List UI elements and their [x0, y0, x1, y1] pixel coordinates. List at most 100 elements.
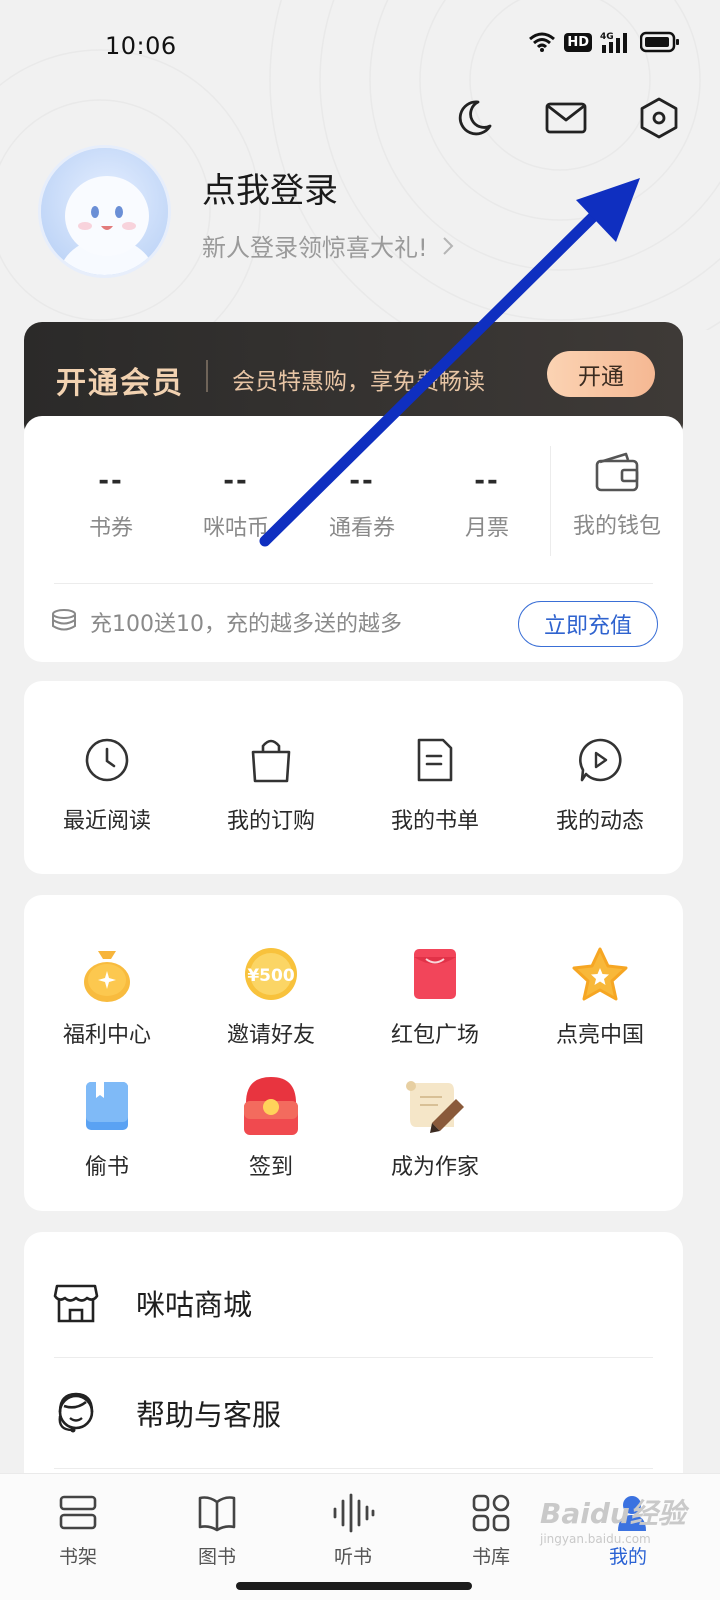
settings-icon — [640, 97, 678, 139]
vip-description: 会员特惠购，享免费畅读 — [232, 369, 485, 395]
star-icon — [572, 947, 628, 1001]
wifi-icon — [529, 32, 556, 52]
menu-separator — [54, 1468, 653, 1469]
status-time: 10:06 — [105, 32, 177, 60]
stat-value: -- — [349, 466, 375, 496]
status-bar: 10:06 HD 4G — [0, 0, 720, 90]
recharge-promo: 充100送10，充的越多送的越多 — [50, 606, 402, 638]
sign-in-button[interactable]: 签到 — [196, 1077, 346, 1181]
tab-bookshelf[interactable]: 书架 — [28, 1490, 128, 1569]
vip-open-button[interactable]: 开通 — [547, 351, 655, 397]
login-subtitle-link[interactable]: 新人登录领惊喜大礼! — [202, 228, 454, 263]
coins-stack-icon — [52, 609, 76, 631]
default-avatar-icon — [41, 148, 168, 275]
stat-label: 月票 — [464, 516, 509, 541]
library-grid-icon — [472, 1494, 510, 1532]
my-activity-button[interactable]: 我的动态 — [525, 731, 675, 835]
menu-item-migu-mall[interactable]: 咪咕商城 — [24, 1248, 683, 1358]
steal-book-label: 偷书 — [84, 1155, 129, 1180]
my-booklist-button[interactable]: 我的书单 — [360, 731, 510, 835]
my-orders-button[interactable]: 我的订购 — [196, 731, 346, 835]
bag-icon — [251, 739, 291, 783]
audio-wave-icon — [333, 1493, 375, 1533]
login-subtitle: 新人登录领惊喜大礼! — [202, 234, 428, 262]
menu-item-label: 帮助与客服 — [136, 1398, 282, 1432]
become-author-label: 成为作家 — [390, 1155, 479, 1180]
menu-card: 咪咕商城 帮助与客服 — [24, 1232, 683, 1492]
recharge-button[interactable]: 立即充值 — [518, 601, 658, 647]
vip-title: 开通会员 — [56, 366, 184, 401]
light-up-china-button[interactable]: 点亮中国 — [525, 945, 675, 1049]
my-orders-label: 我的订购 — [226, 809, 315, 834]
tab-label: 听书 — [333, 1546, 372, 1568]
tab-label: 书架 — [58, 1546, 97, 1568]
welfare-center-label: 福利中心 — [62, 1023, 151, 1048]
svg-text:4G: 4G — [600, 32, 614, 42]
watermark-url: jingyan.baidu.com — [540, 1532, 651, 1546]
stat-label: 咪咕币 — [202, 516, 269, 541]
coin-500-text: ¥500 — [247, 966, 294, 986]
tab-audiobooks[interactable]: 听书 — [303, 1490, 403, 1569]
tab-label: 我的 — [608, 1546, 647, 1568]
message-icon — [545, 102, 587, 134]
invite-friends-label: 邀请好友 — [226, 1023, 315, 1048]
stat-value: -- — [474, 466, 500, 496]
red-packet-square-button[interactable]: 红包广场 — [360, 945, 510, 1049]
login-title[interactable]: 点我登录 — [202, 163, 338, 212]
stat-label: 书券 — [88, 516, 133, 541]
coin-500-icon: ¥500 — [245, 948, 297, 1000]
activity-icon — [579, 738, 622, 782]
steal-book-button[interactable]: 偷书 — [32, 1077, 182, 1181]
stat-read-ticket[interactable]: -- 通看券 — [302, 466, 422, 542]
wallet-icon — [595, 452, 639, 492]
recent-reading-label: 最近阅读 — [62, 809, 151, 834]
stat-value: -- — [98, 466, 124, 496]
status-icons: HD 4G — [528, 30, 680, 54]
wallet-separator — [54, 583, 653, 584]
quick-links-card: 最近阅读 我的订购 我的书单 我的动态 — [24, 681, 683, 874]
light-up-china-label: 点亮中国 — [555, 1023, 644, 1048]
tab-books[interactable]: 图书 — [167, 1490, 267, 1569]
tab-label: 书库 — [471, 1546, 510, 1568]
avatar[interactable] — [38, 145, 171, 278]
settings-button[interactable] — [636, 95, 682, 141]
stat-book-coupon[interactable]: -- 书券 — [51, 466, 171, 542]
my-booklist-label: 我的书单 — [390, 809, 479, 834]
my-wallet-button[interactable]: 我的钱包 — [558, 452, 676, 540]
signal-icon: 4G — [600, 32, 627, 53]
wallet-card: -- 书券 -- 咪咕币 -- 通看券 -- 月票 我的钱包 充100送10，充… — [24, 416, 683, 662]
red-packet-icon — [414, 949, 456, 999]
scroll-pen-icon — [406, 1081, 464, 1133]
home-indicator[interactable] — [236, 1582, 472, 1590]
become-author-button[interactable]: 成为作家 — [360, 1077, 510, 1181]
wallet-divider — [550, 446, 551, 556]
tab-library[interactable]: 书库 — [441, 1490, 541, 1569]
sign-in-icon — [244, 1077, 298, 1135]
my-wallet-label: 我的钱包 — [572, 514, 661, 539]
recent-reading-button[interactable]: 最近阅读 — [32, 731, 182, 835]
sign-in-label: 签到 — [248, 1155, 293, 1180]
open-book-icon — [198, 1496, 236, 1532]
money-bag-icon — [84, 951, 130, 1002]
battery-icon — [640, 31, 679, 53]
message-button[interactable] — [543, 95, 589, 141]
night-mode-icon — [458, 100, 492, 136]
my-activity-label: 我的动态 — [555, 809, 644, 834]
clock-icon — [85, 738, 129, 782]
invite-friends-button[interactable]: ¥500 邀请好友 — [196, 945, 346, 1049]
stat-value: -- — [223, 466, 249, 496]
tab-label: 图书 — [197, 1546, 236, 1568]
stat-label: 通看券 — [328, 516, 395, 541]
baidu-watermark: Baidu经验 jingyan.baidu.com — [540, 1492, 686, 1546]
vip-divider — [206, 360, 208, 392]
shop-icon — [53, 1284, 99, 1323]
hd-badge: HD — [564, 32, 592, 52]
night-mode-button[interactable] — [451, 95, 497, 141]
stat-migu-coin[interactable]: -- 咪咕币 — [176, 466, 296, 542]
book-icon — [86, 1082, 128, 1130]
stat-monthly-ticket[interactable]: -- 月票 — [427, 466, 547, 542]
booklist-icon — [417, 738, 453, 782]
customer-service-icon — [58, 1392, 94, 1433]
menu-item-help-service[interactable]: 帮助与客服 — [24, 1358, 683, 1468]
welfare-center-button[interactable]: 福利中心 — [32, 945, 182, 1049]
